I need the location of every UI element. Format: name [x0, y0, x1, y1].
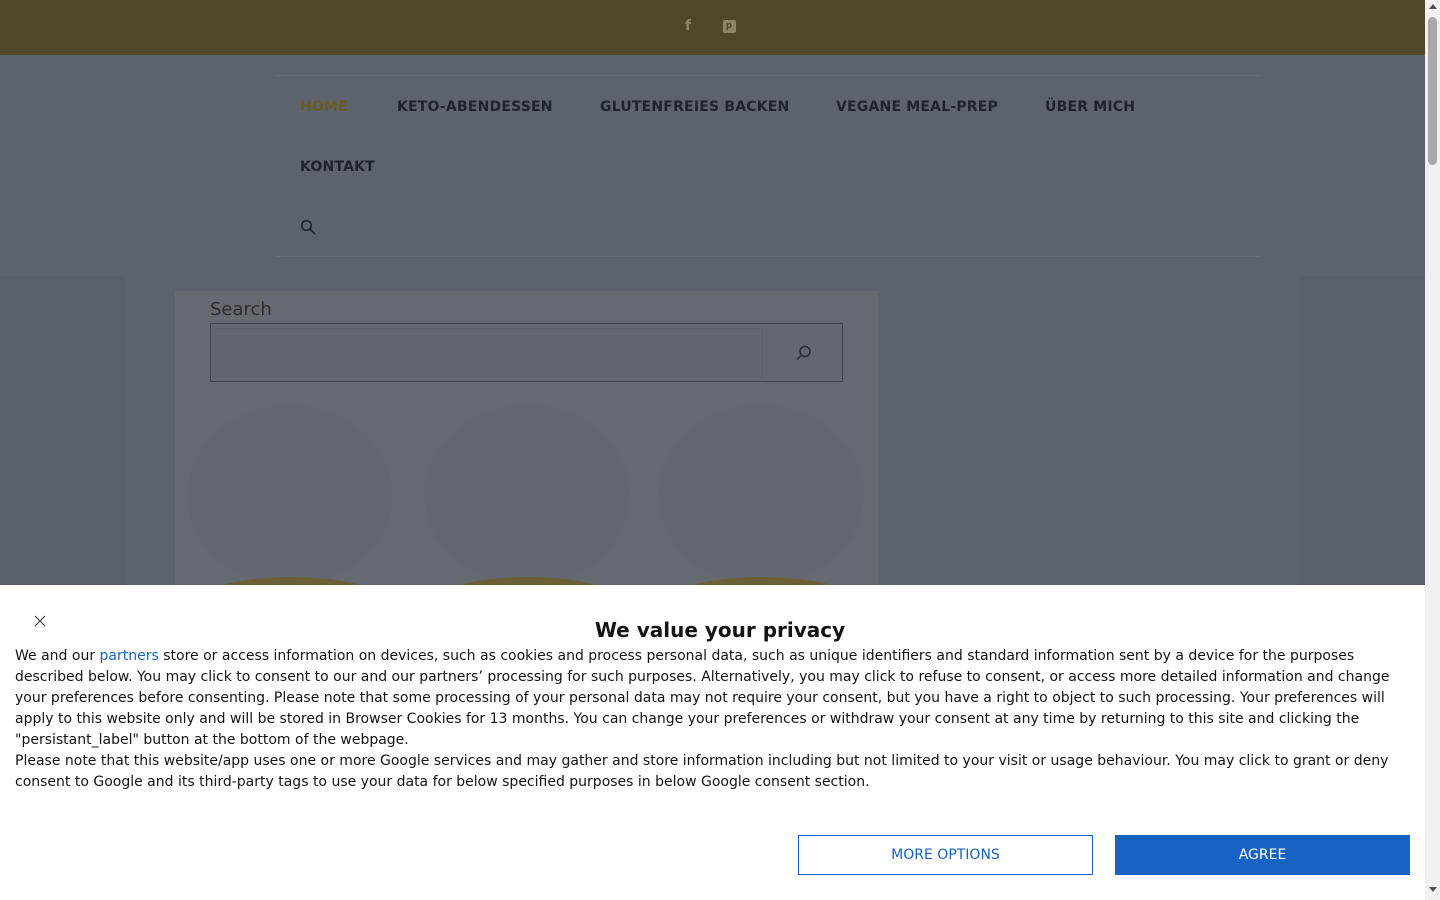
nav-item-glutenfreies-backen[interactable]: GLUTENFREIES BACKEN — [600, 99, 789, 115]
privacy-consent-dialog: We value your privacy We and our partner… — [0, 585, 1425, 900]
pinterest-glyph: p — [722, 19, 736, 33]
nav-item-home[interactable]: HOME — [300, 99, 348, 115]
nav-item-keto-abendessen[interactable]: KETO-ABENDESSEN — [397, 99, 553, 115]
top-bar: f p — [0, 0, 1425, 55]
nav-item-vegane-meal-prep[interactable]: VEGANE MEAL-PREP — [836, 99, 998, 115]
consent-text-body: store or access information on devices, … — [15, 648, 1390, 748]
facebook-icon[interactable]: f — [679, 17, 697, 35]
scroll-up-arrow-icon[interactable] — [1429, 4, 1437, 9]
main-navigation: HOME KETO-ABENDESSEN GLUTENFREIES BACKEN… — [276, 75, 1260, 257]
search-submit-icon[interactable] — [795, 344, 813, 362]
consent-description: We and our partners store or access info… — [15, 646, 1415, 793]
category-image-circle[interactable] — [424, 405, 630, 585]
consent-google-text: Please note that this website/app uses o… — [15, 753, 1389, 790]
search-label: Search — [210, 299, 272, 320]
scrollbar-thumb[interactable] — [1428, 17, 1437, 165]
search-input[interactable] — [215, 328, 763, 377]
facebook-glyph: f — [684, 18, 692, 34]
pinterest-icon[interactable]: p — [720, 17, 738, 35]
agree-button[interactable]: AGREE — [1115, 835, 1410, 875]
search-icon[interactable] — [300, 219, 316, 235]
category-image-circle[interactable] — [658, 405, 864, 585]
more-options-button[interactable]: MORE OPTIONS — [798, 835, 1093, 875]
partners-link[interactable]: partners — [100, 648, 159, 664]
nav-item-ueber-mich[interactable]: ÜBER MICH — [1045, 99, 1135, 115]
nav-item-kontakt[interactable]: KONTAKT — [300, 159, 375, 175]
category-image-circle[interactable] — [187, 405, 393, 585]
consent-text-intro: We and our — [15, 648, 100, 664]
scroll-down-arrow-icon[interactable] — [1429, 887, 1437, 892]
page-scrollbar[interactable] — [1425, 0, 1440, 900]
consent-title: We value your privacy — [594, 618, 846, 642]
search-widget — [210, 323, 843, 382]
